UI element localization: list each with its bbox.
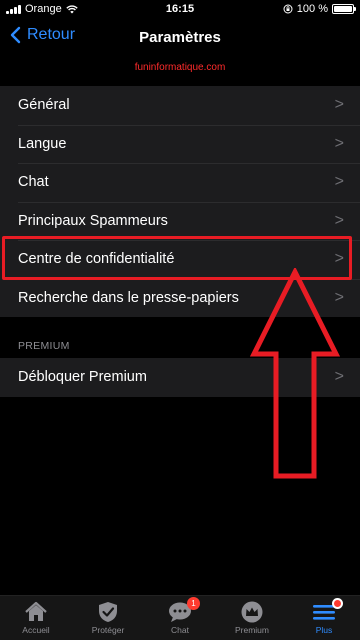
settings-item-label: Centre de confidentialité (18, 251, 175, 268)
chevron-right-icon: > (334, 288, 344, 306)
crown-icon (241, 601, 263, 623)
orientation-lock-icon (283, 4, 293, 14)
tab-protect[interactable]: Protéger (72, 596, 144, 640)
settings-list: Général > Langue > Chat > Principaux Spa… (0, 86, 360, 317)
settings-item-chat[interactable]: Chat > (0, 163, 360, 202)
tab-premium[interactable]: Premium (216, 596, 288, 640)
shield-icon (99, 602, 117, 622)
settings-item-label: Débloquer Premium (18, 369, 147, 386)
tab-home[interactable]: Accueil (0, 596, 72, 640)
unread-badge: 1 (187, 597, 200, 610)
chevron-right-icon: > (334, 173, 344, 191)
settings-item-clipboard-search[interactable]: Recherche dans le presse-papiers > (0, 278, 360, 318)
tab-label: Chat (171, 625, 189, 635)
status-right: 100 % (283, 3, 356, 15)
tab-bar: Accueil Protéger 1 Chat Premium Plus (0, 595, 360, 640)
settings-item-label: Langue (18, 135, 67, 152)
tab-label: Accueil (22, 625, 50, 635)
chevron-right-icon: > (334, 96, 344, 114)
navigation-bar: Retour Paramètres (0, 20, 360, 60)
settings-item-language[interactable]: Langue > (0, 124, 360, 164)
settings-item-unlock-premium[interactable]: Débloquer Premium > (0, 358, 360, 397)
settings-item-label: Principaux Spammeurs (18, 212, 168, 229)
premium-list: Débloquer Premium > (0, 358, 360, 397)
settings-item-label: Général (18, 97, 70, 114)
chevron-right-icon: > (334, 368, 344, 386)
settings-item-label: Recherche dans le presse-papiers (18, 289, 239, 306)
status-bar: Orange 16:15 100 % (0, 0, 360, 20)
tab-label: Protéger (91, 625, 125, 635)
tab-chat[interactable]: 1 Chat (144, 596, 216, 640)
page-title: Paramètres (139, 29, 221, 46)
chevron-right-icon: > (334, 211, 344, 229)
tab-more[interactable]: Plus (288, 596, 360, 640)
notification-dot (332, 598, 343, 609)
tab-label: Plus (315, 625, 333, 635)
settings-item-top-spammers[interactable]: Principaux Spammeurs > (0, 201, 360, 241)
settings-item-label: Chat (18, 174, 49, 191)
tab-label: Premium (234, 625, 269, 635)
chevron-right-icon: > (334, 250, 344, 268)
settings-item-general[interactable]: Général > (0, 86, 360, 125)
home-icon (25, 601, 47, 621)
battery-icon (332, 4, 356, 14)
settings-item-privacy-center[interactable]: Centre de confidentialité > (0, 240, 360, 279)
watermark: funinformatique.com (134, 62, 226, 73)
chevron-right-icon: > (334, 134, 344, 152)
battery-percent: 100 % (296, 3, 328, 15)
section-header-premium: PREMIUM (18, 340, 70, 352)
